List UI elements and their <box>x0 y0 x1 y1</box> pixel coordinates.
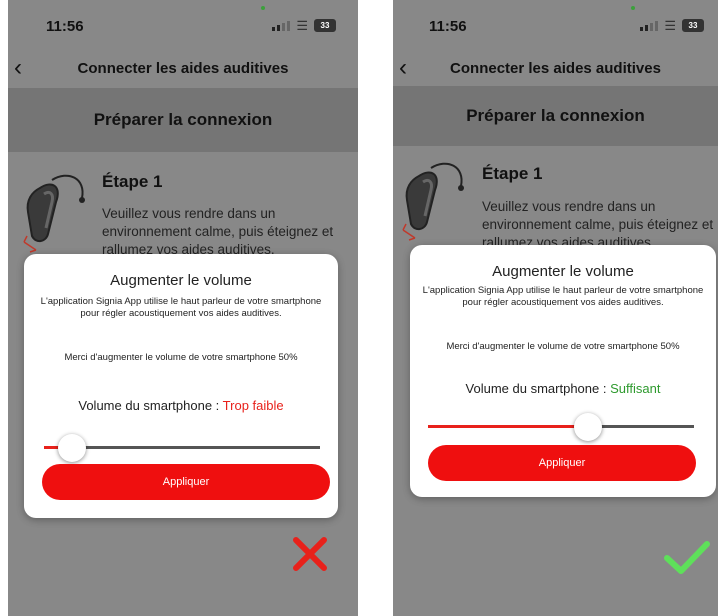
volume-row: Volume du smartphone : Suffisant <box>410 381 716 396</box>
phone-screen-right: 11:56 ☰ 33 ‹ Connecter les aides auditiv… <box>393 0 718 616</box>
status-time: 11:56 <box>429 18 467 35</box>
signal-icon <box>640 20 659 31</box>
dialog-title: Augmenter le volume <box>492 263 634 280</box>
apply-button[interactable]: Appliquer <box>428 445 696 481</box>
volume-status: Suffisant <box>610 381 661 396</box>
dialog-body: L'application Signia App utilise le haut… <box>422 285 704 308</box>
status-icons: ☰ 33 <box>640 19 704 32</box>
wifi-icon: ☰ <box>296 17 308 33</box>
volume-slider[interactable] <box>428 413 694 441</box>
step-title: Étape 1 <box>482 164 543 183</box>
battery-icon: 33 <box>314 19 336 32</box>
status-bar: 11:56 ☰ 33 <box>393 0 718 52</box>
dialog-instruction: Merci d'augmenter le volume de votre sma… <box>64 352 298 363</box>
dialog-body: L'application Signia App utilise le haut… <box>40 296 322 319</box>
slider-thumb[interactable] <box>573 413 602 441</box>
apply-button[interactable]: Appliquer <box>42 464 330 500</box>
dialog-title: Augmenter le volume <box>110 272 252 289</box>
phone-screen-left: 11:56 ☰ 33 ‹ Connecter les aides auditiv… <box>8 0 358 616</box>
volume-dialog: Augmenter le volume L'application Signia… <box>24 254 338 518</box>
step-text: Veuillez vous rendre dans un environneme… <box>102 206 334 257</box>
hearing-aid-icon <box>402 162 464 241</box>
cross-icon <box>293 537 327 571</box>
section-title: Préparer la connexion <box>393 86 718 146</box>
mic-indicator-dot <box>631 6 635 10</box>
step-title: Étape 1 <box>102 172 163 191</box>
volume-slider[interactable] <box>44 434 320 462</box>
dialog-instruction: Merci d'augmenter le volume de votre sma… <box>446 341 680 352</box>
status-icons: ☰ 33 <box>272 19 336 32</box>
slider-thumb[interactable] <box>57 434 86 462</box>
mic-indicator-dot <box>261 6 265 10</box>
volume-status: Trop faible <box>222 398 284 413</box>
nav-title: Connecter les aides auditives <box>450 60 661 77</box>
hearing-aid-icon <box>23 174 85 253</box>
volume-row: Volume du smartphone : Trop faible <box>24 398 338 413</box>
nav-bar: ‹ Connecter les aides auditives <box>393 52 718 88</box>
status-time: 11:56 <box>46 18 84 35</box>
section-title: Préparer la connexion <box>8 88 358 152</box>
volume-dialog: Augmenter le volume L'application Signia… <box>410 245 716 497</box>
nav-title: Connecter les aides auditives <box>77 60 289 77</box>
status-bar: 11:56 ☰ 33 <box>8 0 358 52</box>
check-icon <box>664 541 710 574</box>
wifi-icon: ☰ <box>664 17 676 33</box>
step-text: Veuillez vous rendre dans un environneme… <box>482 199 714 250</box>
signal-icon <box>272 20 291 31</box>
volume-label: Volume du smartphone : <box>465 381 611 396</box>
volume-label: Volume du smartphone : <box>78 398 223 413</box>
battery-icon: 33 <box>682 19 704 32</box>
nav-bar: ‹ Connecter les aides auditives <box>8 52 358 88</box>
slider-fill <box>428 425 588 428</box>
